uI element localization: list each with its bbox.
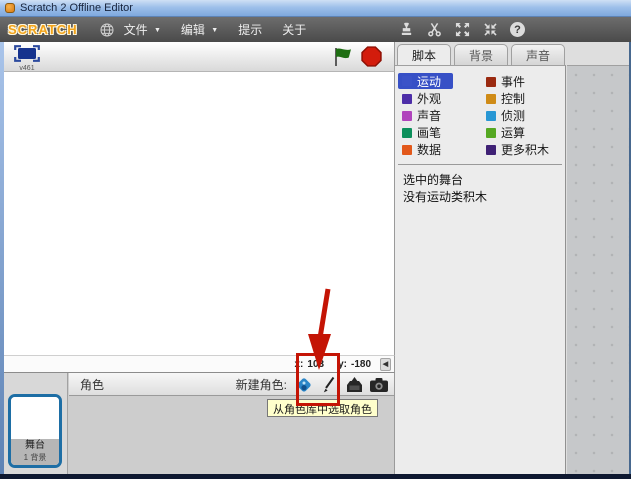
category-sensing[interactable]: 侦测 xyxy=(486,107,569,124)
chevron-down-icon: ▼ xyxy=(154,27,161,34)
mouse-y-value: -180 xyxy=(351,359,371,370)
category-color-swatch xyxy=(486,145,496,155)
category-color-swatch xyxy=(402,111,412,121)
presentation-mode-wrap: v461 xyxy=(14,45,40,72)
new-sprite-label: 新建角色: xyxy=(236,376,287,393)
tab-backdrops[interactable]: 背景 xyxy=(454,44,508,65)
category-color-swatch xyxy=(402,128,412,138)
help-icon[interactable]: ? xyxy=(510,22,525,37)
menu-item-about[interactable]: 关于 xyxy=(272,18,316,41)
category-grid: 运动 事件 外观 控制 声音 xyxy=(395,66,565,158)
category-color-swatch xyxy=(402,76,412,86)
stage-thumbnail-subtitle: 1 背景 xyxy=(11,452,59,464)
collapse-stage-toggle[interactable]: ◀ xyxy=(380,358,391,371)
version-label: v461 xyxy=(14,65,40,72)
stage-thumbnail-image xyxy=(11,397,59,439)
tab-strip: 脚本 背景 声音 xyxy=(397,44,565,65)
category-looks[interactable]: 外观 xyxy=(402,90,486,107)
duplicate-stamp-icon[interactable] xyxy=(398,21,415,38)
category-color-swatch xyxy=(402,145,412,155)
no-blocks-text: 没有运动类积木 xyxy=(403,189,557,206)
category-sound[interactable]: 声音 xyxy=(402,107,486,124)
category-color-swatch xyxy=(486,77,496,87)
presentation-mode-icon[interactable] xyxy=(14,49,40,66)
grow-sprite-icon[interactable] xyxy=(454,21,471,38)
language-globe-icon[interactable] xyxy=(100,23,114,37)
category-color-swatch xyxy=(486,94,496,104)
palette-status: 选中的舞台 没有运动类积木 xyxy=(395,165,565,213)
chevron-down-icon: ▼ xyxy=(211,27,218,34)
annotation-arrow-icon xyxy=(302,286,338,377)
menu-bar: SCRATCH 文件 ▼ 编辑 ▼ 提示 关于 xyxy=(0,17,631,42)
scripts-workspace[interactable] xyxy=(567,65,629,474)
green-flag-icon[interactable] xyxy=(332,46,354,73)
delete-scissors-icon[interactable] xyxy=(426,21,443,38)
stop-sign-icon[interactable] xyxy=(361,46,382,72)
category-events[interactable]: 事件 xyxy=(486,73,569,90)
menu-item-edit[interactable]: 编辑 ▼ xyxy=(171,18,228,41)
right-panel: 脚本 背景 声音 运动 事件 外观 控制 xyxy=(395,42,629,474)
category-operators[interactable]: 运算 xyxy=(486,124,569,141)
stage-thumbnail-title: 舞台 xyxy=(25,440,45,451)
category-more-blocks[interactable]: 更多积木 xyxy=(486,141,569,158)
category-color-swatch xyxy=(402,94,412,104)
category-control[interactable]: 控制 xyxy=(486,90,569,107)
selected-target-text: 选中的舞台 xyxy=(403,172,557,189)
app-icon xyxy=(5,3,15,13)
stage-header: v461 xyxy=(4,42,395,72)
category-motion[interactable]: 运动 xyxy=(398,73,453,89)
shrink-sprite-icon[interactable] xyxy=(482,21,499,38)
sprite-header-title: 角色 xyxy=(80,376,104,393)
toolbar: ? xyxy=(398,21,525,38)
tab-scripts[interactable]: 脚本 xyxy=(397,44,451,65)
menu-item-tips[interactable]: 提示 xyxy=(228,18,272,41)
stage-thumbnail[interactable]: 舞台 1 背景 xyxy=(8,394,62,468)
scratch-editor-window: Scratch 2 Offline Editor SCRATCH 文件 ▼ 编辑… xyxy=(0,0,631,479)
category-color-swatch xyxy=(486,111,496,121)
tab-sounds[interactable]: 声音 xyxy=(511,44,565,65)
sprite-list-header: 角色 新建角色: xyxy=(69,373,394,396)
window-border-bottom xyxy=(0,474,631,479)
category-pen[interactable]: 画笔 xyxy=(402,124,486,141)
category-color-swatch xyxy=(486,128,496,138)
window-border-left xyxy=(0,42,4,474)
block-palette: 运动 事件 外观 控制 声音 xyxy=(395,65,566,474)
camera-sprite-icon[interactable] xyxy=(369,375,389,395)
category-data[interactable]: 数据 xyxy=(402,141,486,158)
menu-item-file[interactable]: 文件 ▼ xyxy=(114,18,171,41)
window-title: Scratch 2 Offline Editor xyxy=(20,2,133,14)
title-bar[interactable]: Scratch 2 Offline Editor xyxy=(0,0,631,17)
stage-column: 舞台 1 背景 xyxy=(4,373,68,475)
upload-sprite-icon[interactable] xyxy=(344,375,364,395)
scratch-logo: SCRATCH xyxy=(8,22,78,37)
